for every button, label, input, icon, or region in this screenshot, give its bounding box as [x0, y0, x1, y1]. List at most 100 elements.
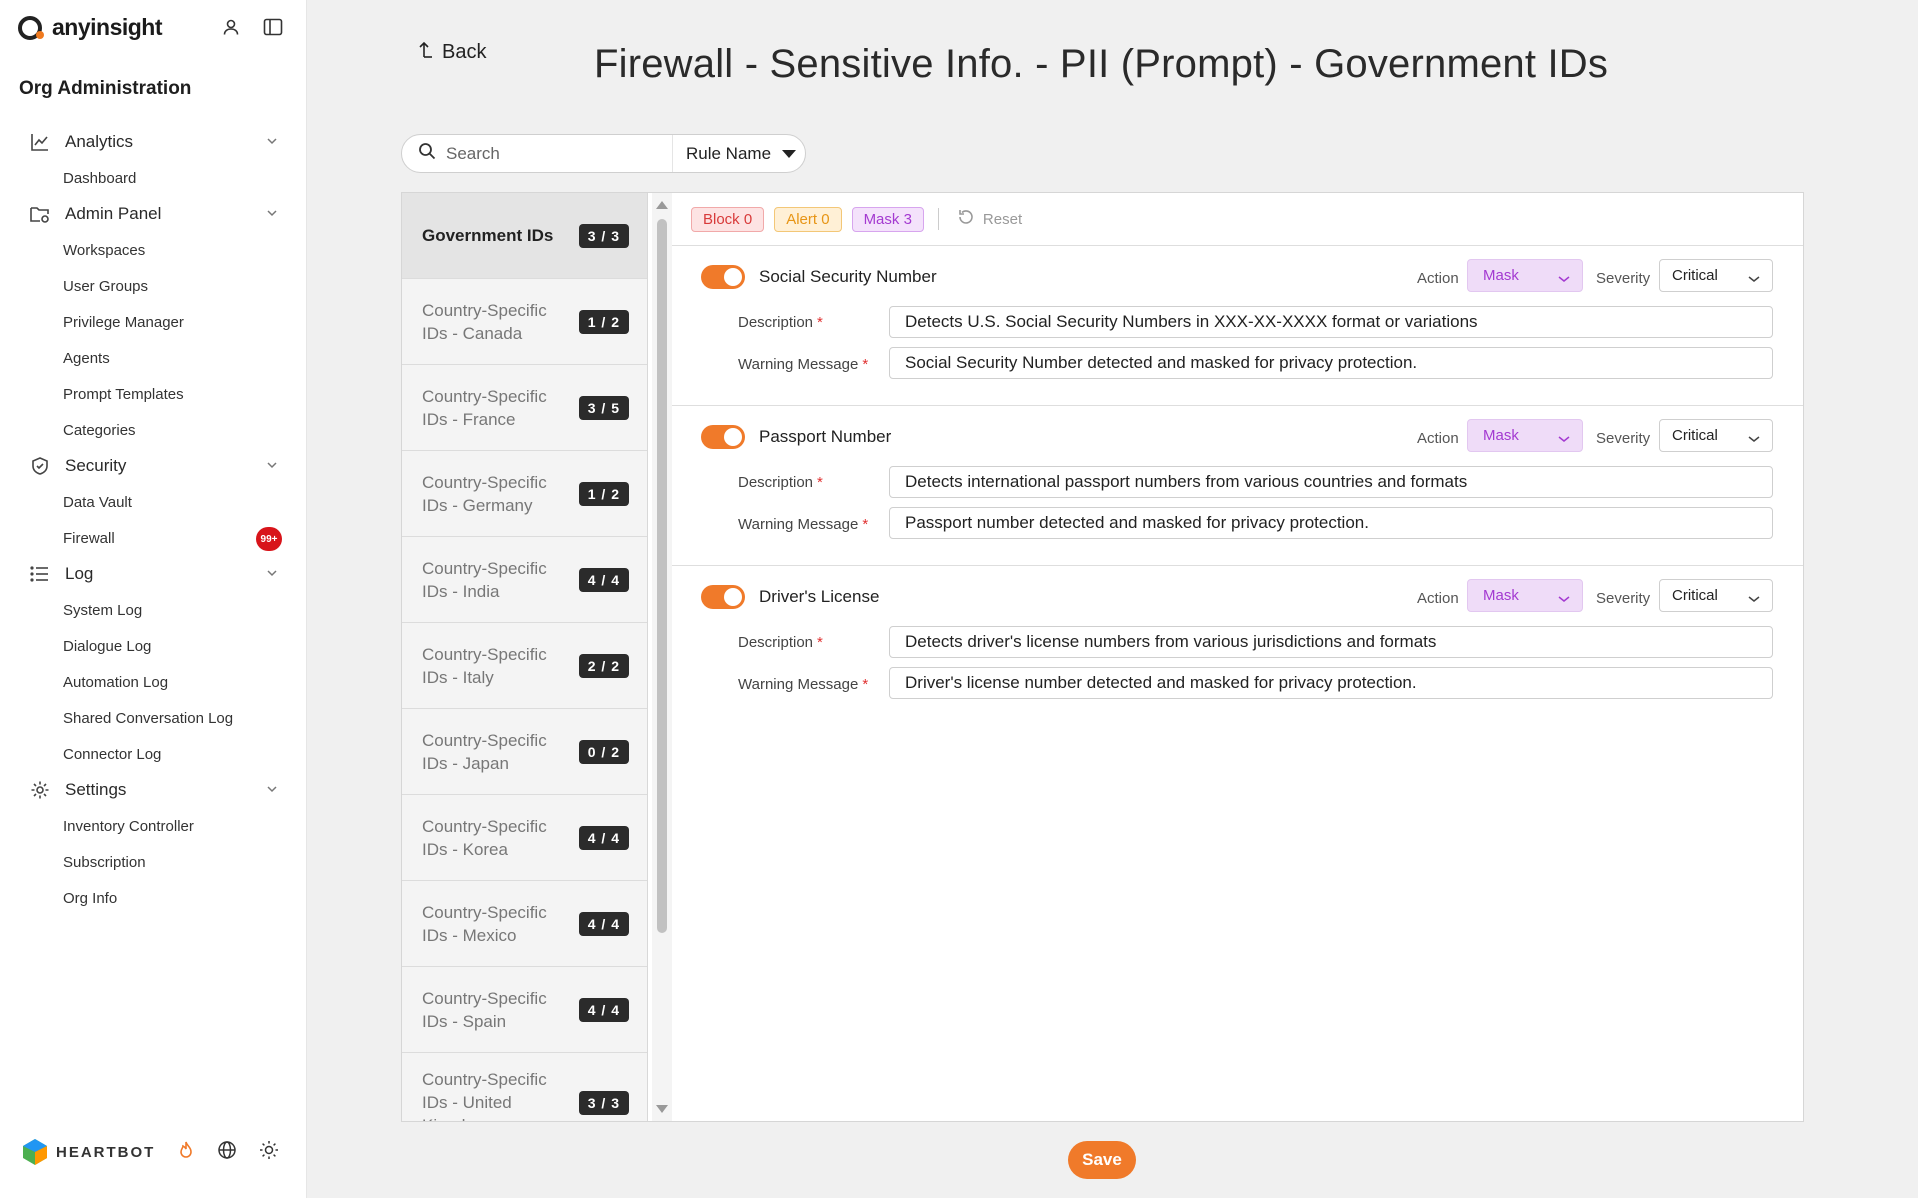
- chevron-down-icon[interactable]: [265, 566, 279, 585]
- category-count-badge: 1 / 2: [578, 309, 629, 334]
- category-item-germany[interactable]: Country-Specific IDs - Germany 1 / 2: [402, 451, 647, 537]
- category-item-korea[interactable]: Country-Specific IDs - Korea 4 / 4: [402, 795, 647, 881]
- rule-card-drivers-license: Driver's License Action Mask Severity Cr…: [672, 566, 1803, 726]
- sidebar-item-system-log[interactable]: System Log: [0, 592, 307, 628]
- category-item-government-ids[interactable]: Government IDs 3 / 3: [402, 193, 647, 279]
- chevron-down-icon[interactable]: [265, 206, 279, 225]
- description-field[interactable]: Detects driver's license numbers from va…: [889, 626, 1773, 658]
- sidebar-item-firewall[interactable]: Firewall 99+: [0, 520, 307, 556]
- search-filter-select[interactable]: Rule Name: [672, 135, 806, 172]
- category-count-badge: 4 / 4: [578, 911, 629, 936]
- notification-badge: 99+: [256, 527, 282, 551]
- chevron-down-icon[interactable]: [265, 458, 279, 477]
- search-input[interactable]: [446, 143, 666, 164]
- warning-message-field[interactable]: Social Security Number detected and mask…: [889, 347, 1773, 379]
- sidebar-item-workspaces[interactable]: Workspaces: [0, 232, 307, 268]
- alert-count-tag[interactable]: Alert 0: [774, 206, 842, 232]
- gear-icon: [29, 779, 51, 801]
- category-count-badge: 0 / 2: [578, 739, 629, 764]
- action-select[interactable]: Mask: [1467, 259, 1583, 292]
- category-item-canada[interactable]: Country-Specific IDs - Canada 1 / 2: [402, 279, 647, 365]
- category-name: Country-Specific IDs - Canada: [422, 300, 547, 343]
- mask-count-tag[interactable]: Mask 3: [851, 206, 924, 232]
- sidebar-item-user-groups[interactable]: User Groups: [0, 268, 307, 304]
- action-label: Action: [1417, 590, 1459, 607]
- action-value: Mask: [1483, 267, 1519, 284]
- scroll-thumb[interactable]: [657, 219, 667, 933]
- brand[interactable]: anyinsight: [18, 14, 163, 41]
- user-icon[interactable]: [220, 16, 242, 38]
- flame-icon[interactable]: [177, 1140, 195, 1165]
- category-item-spain[interactable]: Country-Specific IDs - Spain 4 / 4: [402, 967, 647, 1053]
- sidebar: anyinsight Org Administration Analytics …: [0, 0, 307, 1198]
- category-item-italy[interactable]: Country-Specific IDs - Italy 2 / 2: [402, 623, 647, 709]
- nav-group-label: Security: [65, 456, 127, 475]
- sidebar-item-privilege-manager[interactable]: Privilege Manager: [0, 304, 307, 340]
- category-count-badge: 4 / 4: [578, 997, 629, 1022]
- description-label: Description *: [738, 634, 823, 651]
- category-scrollbar[interactable]: [652, 193, 672, 1121]
- globe-icon[interactable]: [217, 1140, 237, 1165]
- sidebar-item-dashboard[interactable]: Dashboard: [0, 160, 307, 196]
- chevron-down-icon: [1558, 591, 1570, 608]
- reset-button[interactable]: Reset: [957, 208, 1022, 230]
- sidebar-item-agents[interactable]: Agents: [0, 340, 307, 376]
- rules-panel: Government IDs 3 / 3 Country-Specific ID…: [401, 192, 1804, 1122]
- nav-group-label: Log: [65, 564, 94, 583]
- chevron-down-icon[interactable]: [265, 134, 279, 153]
- sun-icon[interactable]: [259, 1140, 279, 1165]
- category-item-india[interactable]: Country-Specific IDs - India 4 / 4: [402, 537, 647, 623]
- sidebar-item-prompt-templates[interactable]: Prompt Templates: [0, 376, 307, 412]
- action-select[interactable]: Mask: [1467, 419, 1583, 452]
- shield-check-icon: [29, 455, 51, 477]
- warning-message-field[interactable]: Passport number detected and masked for …: [889, 507, 1773, 539]
- nav-group-analytics[interactable]: Analytics: [0, 124, 307, 160]
- severity-select[interactable]: Critical: [1659, 259, 1773, 292]
- warning-message-label: Warning Message *: [738, 356, 869, 373]
- nav-group-label: Analytics: [65, 132, 134, 151]
- chevron-down-icon: [1748, 591, 1760, 608]
- chevron-down-icon[interactable]: [265, 782, 279, 801]
- sidebar-toggle-icon[interactable]: [262, 16, 284, 38]
- nav-group-log[interactable]: Log: [0, 556, 307, 592]
- sidebar-nav: Analytics Dashboard Admin Panel Workspac…: [0, 124, 307, 916]
- back-button[interactable]: Back: [418, 40, 486, 64]
- chevron-down-icon: [1748, 271, 1760, 288]
- brand-name: anyinsight: [52, 14, 163, 40]
- warning-message-field[interactable]: Driver's license number detected and mas…: [889, 667, 1773, 699]
- sidebar-item-connector-log[interactable]: Connector Log: [0, 736, 307, 772]
- search-icon: [418, 142, 436, 165]
- rule-enabled-toggle[interactable]: [701, 265, 745, 289]
- block-count-tag[interactable]: Block 0: [691, 206, 765, 232]
- severity-select[interactable]: Critical: [1659, 419, 1773, 452]
- description-label: Description *: [738, 314, 823, 331]
- scroll-down-arrow-icon[interactable]: [656, 1105, 668, 1113]
- rule-enabled-toggle[interactable]: [701, 585, 745, 609]
- sidebar-item-dialogue-log[interactable]: Dialogue Log: [0, 628, 307, 664]
- divider: [937, 208, 939, 230]
- nav-group-settings[interactable]: Settings: [0, 772, 307, 808]
- search-filter-value: Rule Name: [686, 143, 772, 163]
- action-select[interactable]: Mask: [1467, 579, 1583, 612]
- rule-enabled-toggle[interactable]: [701, 425, 745, 449]
- nav-group-admin-panel[interactable]: Admin Panel: [0, 196, 307, 232]
- category-list: Government IDs 3 / 3 Country-Specific ID…: [402, 193, 648, 1121]
- sidebar-item-subscription[interactable]: Subscription: [0, 844, 307, 880]
- scroll-up-arrow-icon[interactable]: [656, 201, 668, 209]
- sidebar-item-data-vault[interactable]: Data Vault: [0, 484, 307, 520]
- category-item-mexico[interactable]: Country-Specific IDs - Mexico 4 / 4: [402, 881, 647, 967]
- description-field[interactable]: Detects international passport numbers f…: [889, 466, 1773, 498]
- save-button[interactable]: Save: [1068, 1141, 1136, 1179]
- sidebar-item-categories[interactable]: Categories: [0, 412, 307, 448]
- sidebar-item-automation-log[interactable]: Automation Log: [0, 664, 307, 700]
- sidebar-item-org-info[interactable]: Org Info: [0, 880, 307, 916]
- category-item-united-kingdom[interactable]: Country-Specific IDs - United Kingdom 3 …: [402, 1053, 647, 1121]
- category-name: Country-Specific IDs - Mexico: [422, 902, 547, 945]
- nav-group-security[interactable]: Security: [0, 448, 307, 484]
- category-item-france[interactable]: Country-Specific IDs - France 3 / 5: [402, 365, 647, 451]
- severity-select[interactable]: Critical: [1659, 579, 1773, 612]
- description-field[interactable]: Detects U.S. Social Security Numbers in …: [889, 306, 1773, 338]
- sidebar-item-inventory-controller[interactable]: Inventory Controller: [0, 808, 307, 844]
- category-item-japan[interactable]: Country-Specific IDs - Japan 0 / 2: [402, 709, 647, 795]
- sidebar-item-shared-conversation-log[interactable]: Shared Conversation Log: [0, 700, 307, 736]
